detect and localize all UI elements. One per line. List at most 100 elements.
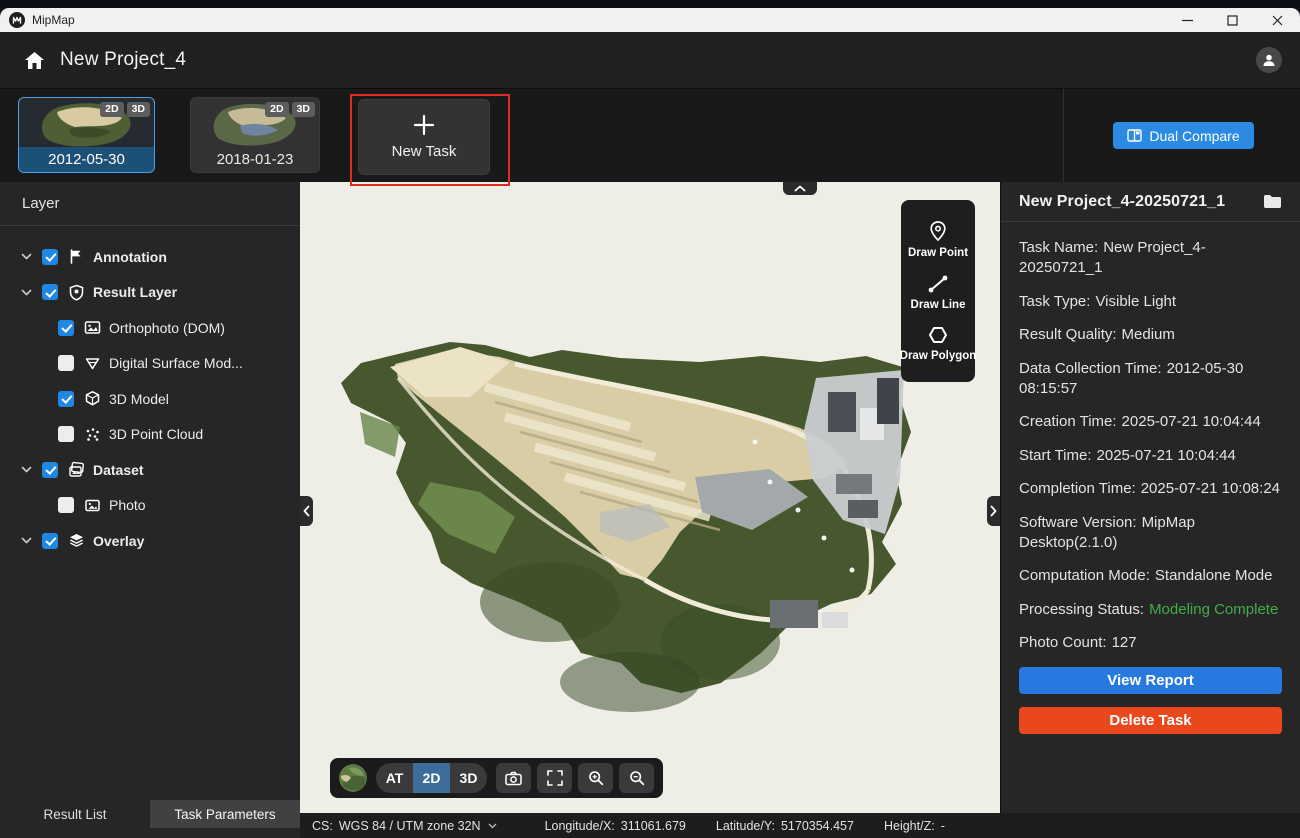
task-details-title: New Project_4-20250721_1 [1019,193,1225,211]
tree-item-overlay[interactable]: Overlay [0,523,300,559]
task-details-rows: Task Name:New Project_4-20250721_1 Task … [1001,222,1300,653]
checkbox-checked[interactable] [42,462,58,478]
detail-result-quality: Result Quality:Medium [1019,325,1282,345]
status-badge: Modeling Complete [1149,601,1278,618]
basemap-thumbnail[interactable] [339,764,367,792]
zoom-out-icon[interactable] [619,763,654,793]
dataset-icon [68,461,85,478]
checkbox-unchecked[interactable] [58,355,74,371]
tree-item-photo[interactable]: Photo [0,488,300,524]
pin-icon [928,220,948,242]
split-view-icon [1127,129,1142,142]
mode-2d-button[interactable]: 2D [413,763,450,793]
maximize-button[interactable] [1210,8,1255,32]
chevron-down-icon[interactable] [20,250,33,263]
checkbox-unchecked[interactable] [58,497,74,513]
chevron-down-icon[interactable] [20,286,33,299]
mode-3d-button[interactable]: 3D [450,763,487,793]
view-mode-switch: AT 2D 3D [376,763,487,793]
detail-completion-time: Completion Time:2025-07-21 10:08:24 [1019,479,1282,499]
mipmap-window: MipMap New Project_4 [0,0,1300,838]
badge-icon [68,284,85,301]
checkbox-checked[interactable] [42,249,58,265]
home-icon[interactable] [24,51,45,70]
status-bar: CS: WGS 84 / UTM zone 32N Longitude/X:31… [300,813,1300,838]
dual-compare-label: Dual Compare [1149,128,1239,144]
os-titlebar: MipMap [0,8,1300,32]
page-title: New Project_4 [60,49,186,71]
detail-software-version: Software Version:MipMap Desktop(2.1.0) [1019,513,1282,553]
latitude-readout: Latitude/Y:5170354.457 [716,819,854,833]
line-icon [927,274,949,294]
tree-item-annotation[interactable]: Annotation [0,239,300,275]
desktop-edge [0,0,1300,8]
collapse-left-handle[interactable] [300,496,313,526]
collapse-right-handle[interactable] [987,496,1000,526]
folder-icon[interactable] [1263,194,1282,209]
tree-item-dataset[interactable]: Dataset [0,452,300,488]
draw-polygon-tool[interactable]: Draw Polygon [900,325,977,362]
cube-icon [84,390,101,407]
chevron-down-icon[interactable] [20,463,33,476]
view-report-button[interactable]: View Report [1019,667,1282,694]
map-viewport[interactable]: Draw Point Draw Line Draw Polygon AT [300,182,1000,813]
tree-item-3d-model[interactable]: 3D Model [0,381,300,417]
sidebar-tabs: Result List Task Parameters [0,800,300,828]
task-thumbnail: 2D 3D [19,98,154,147]
tab-result-list[interactable]: Result List [0,800,150,828]
photo-icon [84,497,101,514]
checkbox-checked[interactable] [58,391,74,407]
checkbox-checked[interactable] [42,284,58,300]
longitude-readout: Longitude/X:311061.679 [545,819,686,833]
polygon-icon [927,325,949,345]
map-toolbar: AT 2D 3D [330,758,663,798]
detail-computation-mode: Computation Mode:Standalone Mode [1019,566,1282,586]
dsm-triangle-icon [84,355,101,372]
detail-data-collection-time: Data Collection Time:2012-05-30 08:15:57 [1019,359,1282,399]
taskbar-divider [1063,89,1064,182]
checkbox-unchecked[interactable] [58,426,74,442]
task-card-2018[interactable]: 2D 3D 2018-01-23 [190,97,320,173]
tree-item-result-layer[interactable]: Result Layer [0,275,300,311]
checkbox-checked[interactable] [58,320,74,336]
tree-item-3d-point-cloud[interactable]: 3D Point Cloud [0,417,300,453]
detail-photo-count: Photo Count:127 [1019,633,1282,653]
app-header: New Project_4 [0,32,1300,88]
snapshot-camera-button[interactable] [496,763,531,793]
zoom-in-icon[interactable] [578,763,613,793]
chevron-down-icon[interactable] [20,534,33,547]
task-card-2012[interactable]: 2D 3D 2012-05-30 [18,97,155,173]
tree-item-orthophoto[interactable]: Orthophoto (DOM) [0,310,300,346]
collapse-panel-handle[interactable] [783,182,817,195]
task-thumbnail-bar: 2D 3D 2012-05-30 2D 3D 2018-01-23 [0,88,1300,182]
tab-task-parameters[interactable]: Task Parameters [150,800,300,828]
image-icon [84,319,101,336]
draw-point-tool[interactable]: Draw Point [908,220,968,259]
detail-task-name: Task Name:New Project_4-20250721_1 [1019,238,1282,278]
task-date: 2018-01-23 [191,147,319,172]
layer-sidebar: Layer Annotation Result Layer Orthophoto… [0,182,300,838]
task-details-panel: New Project_4-20250721_1 Task Name:New P… [1000,182,1300,838]
orthophoto-layer [300,182,1000,813]
checkbox-checked[interactable] [42,533,58,549]
badge-3d: 3D [127,102,150,117]
fit-extent-button[interactable] [537,763,572,793]
draw-line-tool[interactable]: Draw Line [911,274,966,311]
detail-task-type: Task Type:Visible Light [1019,292,1282,312]
coordinate-system-dropdown[interactable]: CS: WGS 84 / UTM zone 32N [312,819,497,833]
tree-item-dsm[interactable]: Digital Surface Mod... [0,346,300,382]
close-button[interactable] [1255,8,1300,32]
user-avatar[interactable] [1256,47,1282,73]
window-title: MipMap [32,13,75,27]
dual-compare-button[interactable]: Dual Compare [1113,122,1254,149]
layer-tree: Annotation Result Layer Orthophoto (DOM)… [0,226,300,559]
badge-2d: 2D [265,102,288,117]
new-task-label: New Task [392,143,457,160]
mode-at-button[interactable]: AT [376,763,413,793]
mipmap-logo-icon [9,12,25,28]
minimize-button[interactable] [1165,8,1210,32]
badge-2d: 2D [100,102,123,117]
delete-task-button[interactable]: Delete Task [1019,707,1282,734]
new-task-button[interactable]: New Task [358,99,490,175]
draw-tools-panel: Draw Point Draw Line Draw Polygon [901,200,975,382]
